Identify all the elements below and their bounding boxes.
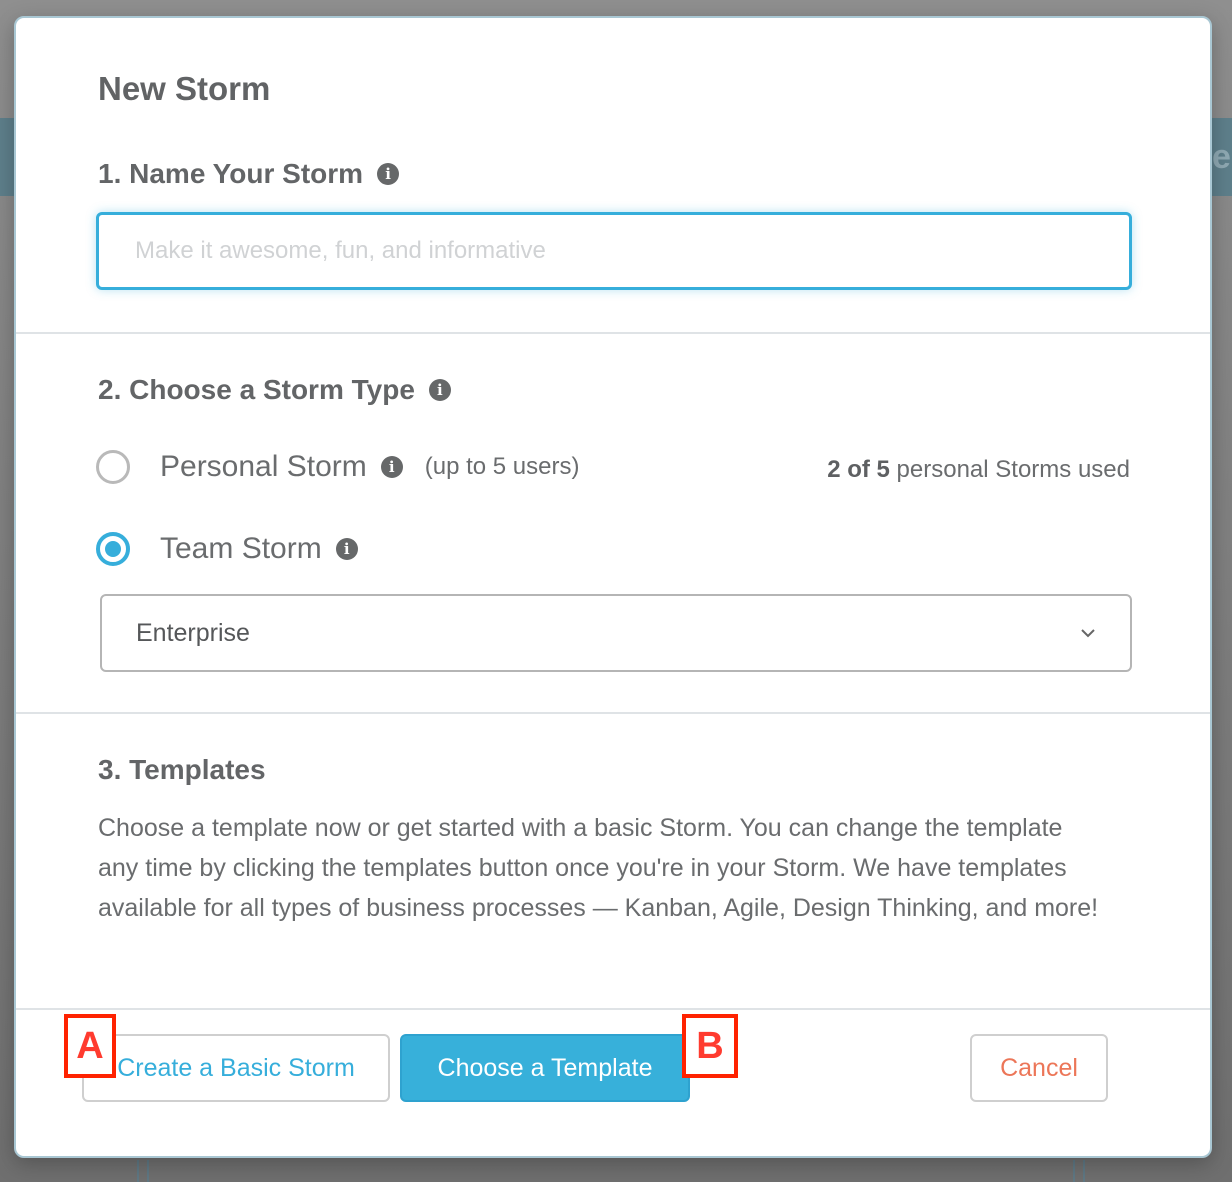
storm-name-input[interactable] (96, 212, 1132, 290)
new-storm-modal: New Storm 1. Name Your Storm i 2. Choose… (14, 16, 1212, 1158)
usage-text: personal Storms used (889, 456, 1130, 483)
create-basic-storm-button[interactable]: Create a Basic Storm (82, 1034, 390, 1102)
section-divider (16, 332, 1210, 334)
annotation-marker-a: A (64, 1014, 116, 1078)
personal-storm-option[interactable]: Personal Storm i (up to 5 users) (96, 450, 579, 484)
templates-description: Choose a template now or get started wit… (98, 814, 1099, 922)
team-storm-radio[interactable] (96, 532, 130, 566)
chevron-down-icon (1081, 629, 1095, 638)
background-divider (1073, 1160, 1075, 1182)
choose-template-button[interactable]: Choose a Template (400, 1034, 690, 1102)
personal-storm-radio[interactable] (96, 450, 130, 484)
personal-storm-label[interactable]: Personal Storm (160, 450, 367, 484)
section-divider (16, 712, 1210, 714)
section-type-heading: 2. Choose a Storm Type i (98, 374, 451, 406)
background-divider (147, 1160, 149, 1182)
team-select-value: Enterprise (136, 618, 250, 647)
team-storm-option[interactable]: Team Storm i (96, 532, 358, 566)
footer-divider (16, 1008, 1210, 1010)
background-divider (137, 1160, 139, 1182)
section-type-heading-text: 2. Choose a Storm Type (98, 374, 415, 405)
personal-storms-usage: 2 of 5 personal Storms used (827, 456, 1130, 484)
background-divider (1083, 1160, 1085, 1182)
personal-storm-note: (up to 5 users) (424, 453, 580, 480)
cancel-button[interactable]: Cancel (970, 1034, 1108, 1102)
section-templates-heading: 3. Templates (98, 754, 266, 786)
annotation-marker-b: B (682, 1014, 738, 1078)
info-icon[interactable]: i (335, 538, 358, 560)
usage-count: 2 of 5 (827, 456, 890, 483)
section-name-heading: 1. Name Your Storm i (98, 158, 400, 190)
info-icon[interactable]: i (377, 163, 400, 185)
modal-title: New Storm (98, 70, 271, 107)
info-icon[interactable]: i (380, 456, 403, 478)
section-templates-heading-text: 3. Templates (98, 754, 266, 785)
team-storm-label[interactable]: Team Storm (160, 532, 322, 566)
background-text-fragment: e (1212, 138, 1231, 176)
info-icon[interactable]: i (428, 379, 451, 401)
team-select[interactable]: Enterprise (100, 594, 1132, 672)
section-name-heading-text: 1. Name Your Storm (98, 158, 364, 189)
